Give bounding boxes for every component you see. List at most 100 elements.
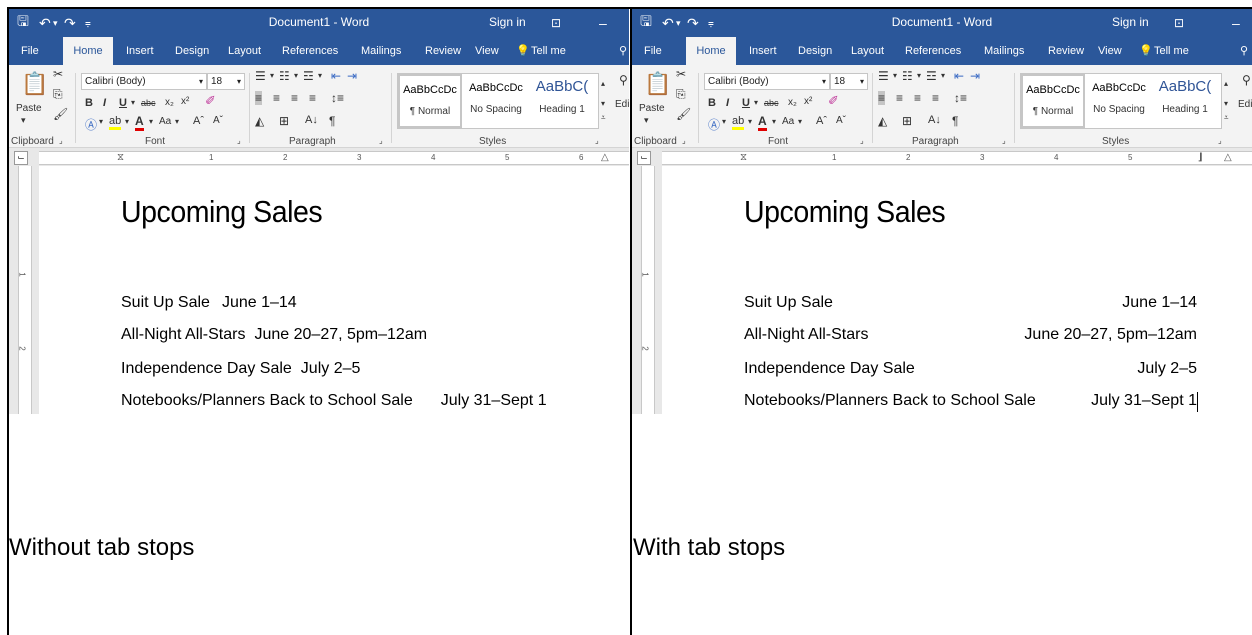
dialog-launcher-icon[interactable]: ⌟ <box>1002 136 1006 145</box>
chevron-down-icon[interactable]: ▾ <box>318 71 322 80</box>
styles-scroll-up-icon[interactable]: ▴ <box>601 79 605 88</box>
borders-icon[interactable]: ⊞ <box>279 114 289 128</box>
find-icon[interactable]: ⚲ <box>619 73 628 87</box>
sort-icon[interactable]: A↓ <box>928 114 941 126</box>
tab-references[interactable]: References <box>905 37 961 65</box>
paste-button[interactable]: Paste <box>639 103 665 114</box>
styles-scroll-up-icon[interactable]: ▴ <box>1224 79 1228 88</box>
dialog-launcher-icon[interactable]: ⌟ <box>1218 136 1222 145</box>
dialog-launcher-icon[interactable]: ⌟ <box>595 136 599 145</box>
minimize-icon[interactable]: – <box>599 13 607 33</box>
numbering-icon[interactable]: ☷ <box>279 69 290 83</box>
style-no-spacing[interactable]: AaBbCcDc No Spacing <box>464 74 528 128</box>
styles-gallery[interactable]: AaBbCcDc ¶ Normal AaBbCcDc No Spacing Aa… <box>1020 73 1222 129</box>
sign-in-link[interactable]: Sign in <box>1112 15 1149 29</box>
style-heading-1[interactable]: AaBbC( Heading 1 <box>530 74 594 128</box>
tell-me-box[interactable]: Tell me <box>531 37 566 65</box>
chevron-down-icon[interactable]: ▾ <box>99 117 103 126</box>
superscript-icon[interactable]: x² <box>181 96 189 107</box>
font-size-combo[interactable]: 18 ▾ <box>830 73 868 90</box>
tab-design[interactable]: Design <box>175 37 209 65</box>
tell-me-box[interactable]: Tell me <box>1154 37 1189 65</box>
styles-scroll-down-icon[interactable]: ▾ <box>601 99 605 108</box>
font-color-icon[interactable]: A <box>135 114 144 131</box>
tab-selector-button[interactable]: ⌙ <box>637 151 651 165</box>
clear-formatting-icon[interactable]: ✐ <box>205 93 216 109</box>
right-indent-marker-icon[interactable]: △ <box>601 152 609 163</box>
tab-references[interactable]: References <box>282 37 338 65</box>
right-tab-stop-icon[interactable]: ⌋ <box>1198 152 1203 163</box>
font-color-icon[interactable]: A <box>758 114 767 131</box>
align-center-icon[interactable]: ≡ <box>273 91 280 105</box>
decrease-indent-icon[interactable]: ⇤ <box>331 69 341 83</box>
cut-icon[interactable]: ✂ <box>676 67 686 81</box>
chevron-down-icon[interactable]: ▾ <box>748 117 752 126</box>
cut-icon[interactable]: ✂ <box>53 67 63 81</box>
sign-in-link[interactable]: Sign in <box>489 15 526 29</box>
shading-icon[interactable]: ◭ <box>878 114 887 128</box>
italic-icon[interactable]: I <box>103 97 106 109</box>
chevron-down-icon[interactable]: ▾ <box>798 117 802 126</box>
tab-selector-button[interactable]: ⌙ <box>14 151 28 165</box>
tab-review[interactable]: Review <box>1048 37 1084 65</box>
subscript-icon[interactable]: x₂ <box>788 97 797 108</box>
shrink-font-icon[interactable]: Aˇ <box>213 115 223 126</box>
tab-design[interactable]: Design <box>798 37 832 65</box>
format-painter-icon[interactable]: 🖌 <box>53 107 68 121</box>
grow-font-icon[interactable]: Aˆ <box>816 115 827 127</box>
change-case-icon[interactable]: Aa <box>159 116 171 127</box>
lightbulb-icon[interactable]: 💡 <box>1139 37 1153 65</box>
paste-button[interactable]: Paste <box>16 103 42 114</box>
chevron-down-icon[interactable]: ▾ <box>131 98 135 107</box>
decrease-indent-icon[interactable]: ⇤ <box>954 69 964 83</box>
editing-button[interactable]: Editi <box>1238 99 1252 110</box>
share-icon[interactable]: ⚲ <box>1240 37 1248 65</box>
dialog-launcher-icon[interactable]: ⌟ <box>237 136 241 145</box>
tab-insert[interactable]: Insert <box>126 37 154 65</box>
paste-icon[interactable]: 📋 <box>21 71 48 97</box>
chevron-down-icon[interactable]: ▾ <box>754 98 758 107</box>
text-effects-icon[interactable]: Ⓐ <box>85 116 97 133</box>
ribbon-display-icon[interactable]: ⊡ <box>1174 13 1184 33</box>
chevron-down-icon[interactable]: ▾ <box>237 74 241 89</box>
tab-review[interactable]: Review <box>425 37 461 65</box>
paste-dropdown-icon[interactable]: ▾ <box>644 115 649 126</box>
tab-insert[interactable]: Insert <box>749 37 777 65</box>
style-heading-1[interactable]: AaBbC( Heading 1 <box>1153 74 1217 128</box>
chevron-down-icon[interactable]: ▾ <box>822 74 826 89</box>
text-effects-icon[interactable]: Ⓐ <box>708 116 720 133</box>
chevron-down-icon[interactable]: ▾ <box>772 117 776 126</box>
tab-view[interactable]: View <box>475 37 499 65</box>
bold-icon[interactable]: B <box>708 97 716 109</box>
strikethrough-icon[interactable]: abc <box>764 98 779 108</box>
superscript-icon[interactable]: x² <box>804 96 812 107</box>
tab-view[interactable]: View <box>1098 37 1122 65</box>
line-spacing-icon[interactable]: ↕≡ <box>954 91 967 105</box>
align-center-icon[interactable]: ≡ <box>896 91 903 105</box>
tab-mailings[interactable]: Mailings <box>361 37 401 65</box>
tab-layout[interactable]: Layout <box>851 37 884 65</box>
tab-file[interactable]: File <box>644 37 662 65</box>
show-formatting-icon[interactable]: ¶ <box>952 114 958 128</box>
bold-icon[interactable]: B <box>85 97 93 109</box>
chevron-down-icon[interactable]: ▾ <box>722 117 726 126</box>
multilevel-list-icon[interactable]: ☲ <box>303 69 314 83</box>
styles-gallery[interactable]: AaBbCcDc ¶ Normal AaBbCcDc No Spacing Aa… <box>397 73 599 129</box>
copy-icon[interactable]: ⎘ <box>53 87 63 102</box>
chevron-down-icon[interactable]: ▾ <box>125 117 129 126</box>
document-page[interactable]: Upcoming Sales Suit Up Sale June 1–14 All… <box>39 166 629 414</box>
style-no-spacing[interactable]: AaBbCcDc No Spacing <box>1087 74 1151 128</box>
styles-more-icon[interactable]: ⩡ <box>601 113 606 123</box>
shrink-font-icon[interactable]: Aˇ <box>836 115 846 126</box>
align-right-icon[interactable]: ≡ <box>291 91 298 105</box>
minimize-icon[interactable]: – <box>1232 13 1240 33</box>
clear-formatting-icon[interactable]: ✐ <box>828 93 839 109</box>
increase-indent-icon[interactable]: ⇥ <box>970 69 980 83</box>
chevron-down-icon[interactable]: ▾ <box>917 71 921 80</box>
change-case-icon[interactable]: Aa <box>782 116 794 127</box>
bullets-icon[interactable]: ☰ <box>878 69 889 83</box>
dialog-launcher-icon[interactable]: ⌟ <box>860 136 864 145</box>
dialog-launcher-icon[interactable]: ⌟ <box>59 136 63 145</box>
numbering-icon[interactable]: ☷ <box>902 69 913 83</box>
lightbulb-icon[interactable]: 💡 <box>516 37 530 65</box>
